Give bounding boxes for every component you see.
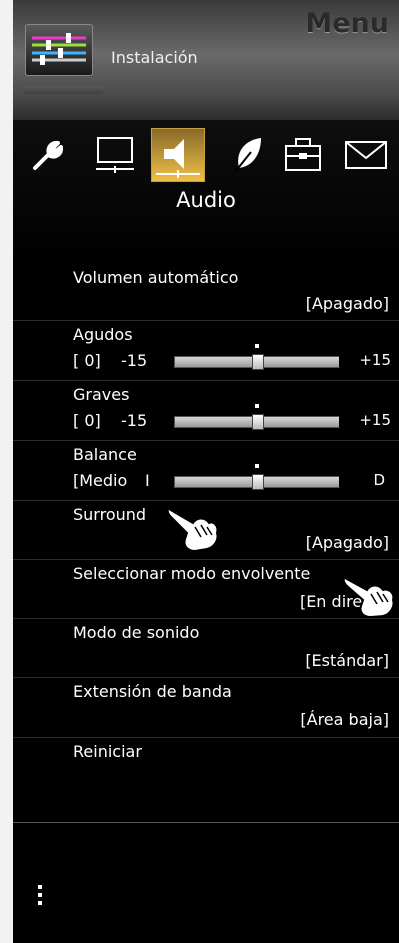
- menu-item-modo-de-sonido[interactable]: Modo de sonido [Estándar]: [13, 618, 399, 677]
- right-arrow-icon[interactable]: [339, 414, 346, 428]
- menu-item-volumen-automatico[interactable]: Volumen automático [Apagado]: [13, 262, 399, 320]
- menu-item-balance[interactable]: Balance [Medio I D: [13, 440, 399, 500]
- item-label: Extensión de banda: [73, 682, 232, 701]
- right-arrow-icon[interactable]: [339, 354, 346, 368]
- category-bar: Audio: [13, 120, 399, 262]
- slider-min-label: I: [145, 471, 150, 490]
- item-label: Modo de sonido: [73, 623, 200, 642]
- center-marker: [255, 464, 259, 468]
- monitor-icon[interactable]: [95, 136, 135, 176]
- slider-min-label: -15: [121, 351, 148, 370]
- agudos-slider[interactable]: [168, 344, 346, 370]
- pointing-hand-cursor-icon: [166, 507, 219, 553]
- center-marker: [255, 404, 259, 408]
- leaf-icon[interactable]: [231, 134, 265, 174]
- slider-thumb[interactable]: [252, 474, 264, 490]
- item-value: [Apagado]: [305, 533, 389, 552]
- speaker-icon: [156, 139, 200, 178]
- pointing-hand-cursor-icon: [343, 576, 395, 618]
- slider-thumb[interactable]: [252, 414, 264, 430]
- right-arrow-icon[interactable]: [339, 474, 346, 488]
- footer-divider: [13, 822, 399, 823]
- center-marker: [255, 344, 259, 348]
- item-label: Agudos: [73, 325, 133, 344]
- header-icon-reflection: [23, 86, 103, 94]
- item-value: [Área baja]: [300, 710, 389, 729]
- wrench-icon[interactable]: [29, 138, 65, 174]
- menu-subtitle: Instalación: [111, 48, 198, 67]
- menu-title: Menu: [305, 8, 389, 39]
- item-label: Seleccionar modo envolvente: [73, 564, 311, 583]
- slider-max-label: D: [373, 471, 385, 489]
- item-value: [ 0]: [73, 411, 101, 430]
- item-label: Reiniciar: [73, 742, 142, 761]
- slider-thumb[interactable]: [252, 354, 264, 370]
- audio-settings-list: Volumen automático [Apagado] Agudos [ 0]…: [13, 262, 399, 797]
- menu-item-surround[interactable]: Surround [Apagado]: [13, 500, 399, 559]
- item-value: [Estándar]: [305, 651, 389, 670]
- menu-item-agudos[interactable]: Agudos [ 0] -15 +15: [13, 320, 399, 380]
- toolbox-icon[interactable]: [283, 136, 323, 176]
- item-value: [Medio: [73, 471, 128, 490]
- menu-header: Menu Instalación: [13, 0, 399, 120]
- envelope-icon[interactable]: [344, 140, 388, 172]
- settings-sliders-icon: [25, 24, 93, 76]
- menu-item-graves[interactable]: Graves [ 0] -15 +15: [13, 380, 399, 440]
- graves-slider[interactable]: [168, 404, 346, 430]
- item-value: [Apagado]: [305, 294, 389, 313]
- item-value: [ 0]: [73, 351, 101, 370]
- menu-item-reiniciar[interactable]: Reiniciar: [13, 737, 399, 797]
- item-label: Surround: [73, 505, 147, 524]
- balance-slider[interactable]: [168, 464, 346, 490]
- audio-category-button[interactable]: [151, 128, 205, 182]
- selected-category-label: Audio: [176, 188, 236, 212]
- slider-max-label: +15: [359, 411, 391, 429]
- more-vertical-icon[interactable]: [37, 884, 43, 910]
- slider-max-label: +15: [359, 351, 391, 369]
- menu-item-seleccionar-modo-envolvente[interactable]: Seleccionar modo envolvente [En direc: [13, 559, 399, 618]
- item-label: Balance: [73, 445, 137, 464]
- menu-panel: Menu Instalación Audio Volumen automátic…: [13, 0, 399, 943]
- slider-min-label: -15: [121, 411, 148, 430]
- menu-item-extension-de-banda[interactable]: Extensión de banda [Área baja]: [13, 677, 399, 737]
- item-label: Volumen automático: [73, 268, 239, 287]
- item-label: Graves: [73, 385, 130, 404]
